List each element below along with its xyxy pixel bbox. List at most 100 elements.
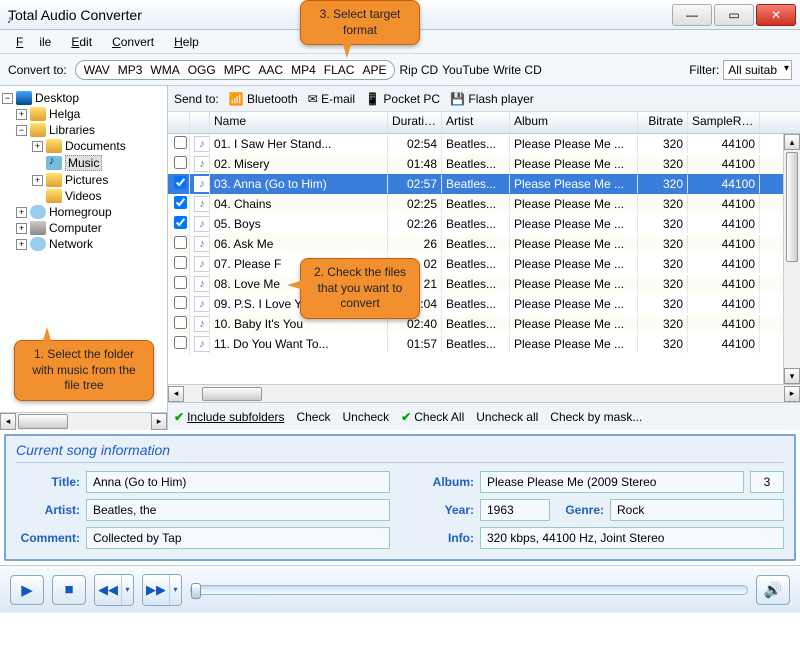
genre-label: Genre: xyxy=(556,503,604,517)
menu-edit[interactable]: Edit xyxy=(63,33,100,51)
audio-file-icon: ♪ xyxy=(194,336,210,352)
table-row[interactable]: ♪07. Please F02Beatles...Please Please M… xyxy=(168,254,800,274)
cell-bitrate: 320 xyxy=(638,335,688,353)
row-checkbox[interactable] xyxy=(174,336,187,349)
fmt-mp3[interactable]: MP3 xyxy=(118,63,143,77)
close-button[interactable]: ✕ xyxy=(756,4,796,26)
filter-dropdown[interactable]: All suitab xyxy=(723,60,792,80)
menu-convert[interactable]: Convert xyxy=(104,33,162,51)
minimize-button[interactable]: — xyxy=(672,4,712,26)
row-checkbox[interactable] xyxy=(174,276,187,289)
list-hscroll[interactable]: ◂▸ xyxy=(168,384,800,402)
cell-album: Please Please Me ... xyxy=(510,295,638,313)
table-row[interactable]: ♪06. Ask Me26Beatles...Please Please Me … xyxy=(168,234,800,254)
cell-album: Please Please Me ... xyxy=(510,135,638,153)
rewind-button[interactable]: ◀◀▾ xyxy=(94,574,134,606)
fmt-wav[interactable]: WAV xyxy=(84,63,110,77)
row-checkbox[interactable] xyxy=(174,136,187,149)
tree-hscroll[interactable]: ◂▸ xyxy=(0,412,167,430)
rip-cd-button[interactable]: Rip CD xyxy=(399,63,438,77)
fmt-mp4[interactable]: MP4 xyxy=(291,63,316,77)
callout-3: 3. Select target format xyxy=(300,0,420,45)
row-checkbox[interactable] xyxy=(174,256,187,269)
table-row[interactable]: ♪01. I Saw Her Stand...02:54Beatles...Pl… xyxy=(168,134,800,154)
youtube-button[interactable]: YouTube xyxy=(442,63,489,77)
cell-bitrate: 320 xyxy=(638,315,688,333)
list-vscroll[interactable]: ▴ ▾ xyxy=(783,134,800,384)
file-list[interactable]: ♪01. I Saw Her Stand...02:54Beatles...Pl… xyxy=(168,134,800,384)
write-cd-button[interactable]: Write CD xyxy=(493,63,541,77)
check-button[interactable]: Check xyxy=(296,410,330,424)
cell-duration: 02:54 xyxy=(388,135,442,153)
cell-samplerate: 44100 xyxy=(688,235,760,253)
tree-videos[interactable]: Videos xyxy=(65,189,101,203)
tree-helga[interactable]: Helga xyxy=(49,107,80,121)
uncheck-button[interactable]: Uncheck xyxy=(342,410,389,424)
play-button[interactable]: ▶ xyxy=(10,575,44,605)
row-checkbox[interactable] xyxy=(174,176,187,189)
table-row[interactable]: ♪08. Love Me21Beatles...Please Please Me… xyxy=(168,274,800,294)
row-checkbox[interactable] xyxy=(174,156,187,169)
table-row[interactable]: ♪04. Chains02:25Beatles...Please Please … xyxy=(168,194,800,214)
table-row[interactable]: ♪10. Baby It's You02:40Beatles...Please … xyxy=(168,314,800,334)
title-field[interactable]: Anna (Go to Him) xyxy=(86,471,390,493)
cell-name: 01. I Saw Her Stand... xyxy=(210,135,388,153)
cell-album: Please Please Me ... xyxy=(510,255,638,273)
cell-bitrate: 320 xyxy=(638,215,688,233)
genre-field[interactable]: Rock xyxy=(610,499,784,521)
row-checkbox[interactable] xyxy=(174,216,187,229)
fmt-aac[interactable]: AAC xyxy=(258,63,283,77)
fmt-mpc[interactable]: MPC xyxy=(224,63,251,77)
tree-homegroup[interactable]: Homegroup xyxy=(49,205,112,219)
tree-computer[interactable]: Computer xyxy=(49,221,102,235)
include-subfolders[interactable]: ✔Include subfolders xyxy=(174,410,284,424)
sendto-bar: Send to: 📶 Bluetooth ✉ E-mail 📱 Pocket P… xyxy=(168,86,800,112)
track-field[interactable]: 3 xyxy=(750,471,784,493)
stop-button[interactable]: ■ xyxy=(52,575,86,605)
cell-album: Please Please Me ... xyxy=(510,235,638,253)
fmt-flac[interactable]: FLAC xyxy=(324,63,355,77)
year-field[interactable]: 1963 xyxy=(480,499,550,521)
forward-button[interactable]: ▶▶▾ xyxy=(142,574,182,606)
maximize-button[interactable]: ▭ xyxy=(714,4,754,26)
volume-button[interactable]: 🔊 xyxy=(756,575,790,605)
tree-libraries[interactable]: Libraries xyxy=(49,123,95,137)
check-all-button[interactable]: ✔Check All xyxy=(401,410,464,424)
check-by-mask-button[interactable]: Check by mask... xyxy=(550,410,642,424)
tree-music[interactable]: Music xyxy=(65,155,102,171)
row-checkbox[interactable] xyxy=(174,196,187,209)
fmt-wma[interactable]: WMA xyxy=(150,63,179,77)
uncheck-all-button[interactable]: Uncheck all xyxy=(476,410,538,424)
cell-artist: Beatles... xyxy=(442,275,510,293)
song-info-panel: Current song information Title:Anna (Go … xyxy=(4,434,796,561)
tree-network[interactable]: Network xyxy=(49,237,93,251)
table-row[interactable]: ♪11. Do You Want To...01:57Beatles...Ple… xyxy=(168,334,800,354)
comment-field[interactable]: Collected by Tap xyxy=(86,527,390,549)
seek-slider[interactable] xyxy=(190,585,748,595)
cell-name: 06. Ask Me xyxy=(210,235,388,253)
sendto-pocketpc[interactable]: 📱 Pocket PC xyxy=(365,92,440,106)
table-row[interactable]: ♪09. P.S. I Love You02:04Beatles...Pleas… xyxy=(168,294,800,314)
sendto-flash[interactable]: 💾 Flash player xyxy=(450,92,534,106)
cell-duration: 02:25 xyxy=(388,195,442,213)
table-row[interactable]: ♪02. Misery01:48Beatles...Please Please … xyxy=(168,154,800,174)
sendto-email[interactable]: ✉ E-mail xyxy=(308,92,355,106)
artist-field[interactable]: Beatles, the xyxy=(86,499,390,521)
row-checkbox[interactable] xyxy=(174,316,187,329)
fmt-ape[interactable]: APE xyxy=(362,63,386,77)
list-header[interactable]: Name Duration Artist Album Bitrate Sampl… xyxy=(168,112,800,134)
table-row[interactable]: ♪05. Boys02:26Beatles...Please Please Me… xyxy=(168,214,800,234)
cell-bitrate: 320 xyxy=(638,135,688,153)
tree-desktop[interactable]: Desktop xyxy=(35,91,79,105)
table-row[interactable]: ♪03. Anna (Go to Him)02:57Beatles...Plea… xyxy=(168,174,800,194)
tree-documents[interactable]: Documents xyxy=(65,139,126,153)
sendto-bluetooth[interactable]: 📶 Bluetooth xyxy=(229,92,298,106)
info-field: 320 kbps, 44100 Hz, Joint Stereo xyxy=(480,527,784,549)
tree-pictures[interactable]: Pictures xyxy=(65,173,108,187)
album-field[interactable]: Please Please Me (2009 Stereo xyxy=(480,471,744,493)
menu-file[interactable]: File xyxy=(8,33,59,51)
row-checkbox[interactable] xyxy=(174,296,187,309)
row-checkbox[interactable] xyxy=(174,236,187,249)
fmt-ogg[interactable]: OGG xyxy=(188,63,216,77)
menu-help[interactable]: Help xyxy=(166,33,207,51)
